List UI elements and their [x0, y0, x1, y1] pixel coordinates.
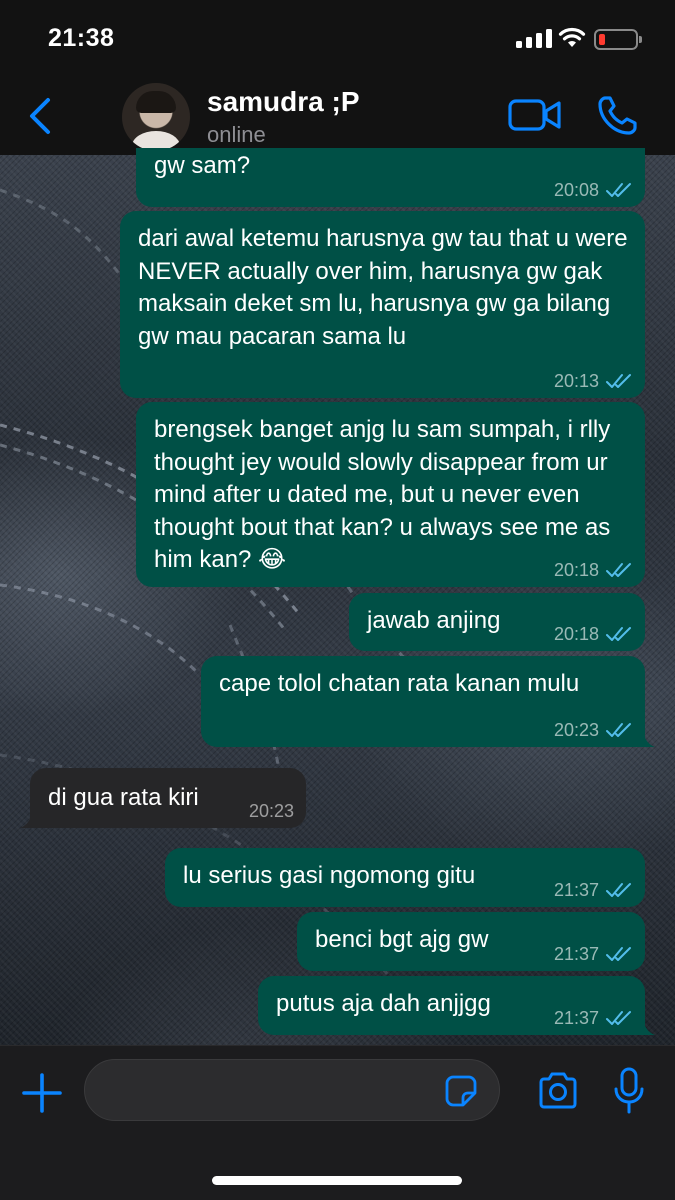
battery-icon — [594, 29, 642, 50]
message-time: 21:37 — [553, 880, 599, 900]
sticker-icon[interactable] — [444, 1074, 478, 1108]
bubble-tail — [635, 1013, 655, 1035]
message-time: 20:13 — [553, 371, 599, 391]
message-meta: 21:37 — [554, 1009, 633, 1027]
phone-icon[interactable] — [596, 95, 638, 137]
message-time: 20:23 — [553, 720, 599, 740]
camera-icon[interactable] — [537, 1071, 579, 1111]
message-bubble[interactable]: jawab anjing 20:18 — [349, 593, 645, 651]
message-time: 20:18 — [553, 560, 599, 580]
video-camera-icon[interactable] — [508, 96, 562, 134]
wifi-icon — [558, 27, 586, 47]
message-bubble[interactable]: gw sam? 20:08 — [136, 148, 645, 207]
message-time: 20:23 — [248, 801, 294, 821]
message-meta: 20:08 — [554, 181, 633, 199]
message-meta: 20:13 — [554, 372, 633, 390]
message-input-bar — [0, 1045, 675, 1200]
cellular-signal-icon — [516, 28, 552, 48]
status-bar: 21:38 — [0, 0, 675, 80]
status-time: 21:38 — [48, 24, 115, 52]
message-text: cape tolol chatan rata kanan mulu — [219, 670, 580, 697]
message-bubble[interactable]: brengsek banget anjg lu sam sumpah, i rl… — [136, 402, 645, 587]
message-bubble[interactable]: lu serius gasi ngomong gitu 21:37 — [165, 848, 645, 907]
message-meta: 20:18 — [554, 625, 633, 643]
message-meta: 20:18 — [554, 561, 633, 579]
message-meta: 20:23 — [554, 721, 633, 739]
message-time: 21:37 — [553, 944, 599, 964]
message-time: 21:37 — [553, 1008, 599, 1028]
message-meta: 21:37 — [554, 881, 633, 899]
message-bubble[interactable]: putus aja dah anjjgg 21:37 — [258, 976, 655, 1035]
message-text: gw sam? — [154, 152, 251, 179]
bubble-tail — [635, 725, 655, 747]
chat-header: samudra ;P online — [0, 80, 675, 155]
message-time: 20:08 — [553, 180, 599, 200]
contact-avatar[interactable] — [122, 83, 190, 151]
read-receipt-icon — [606, 563, 631, 577]
contact-status: online — [207, 122, 266, 147]
contact-name[interactable]: samudra ;P — [207, 86, 360, 118]
message-time: 20:18 — [553, 624, 599, 644]
message-meta: 21:37 — [554, 945, 633, 963]
read-receipt-icon — [606, 374, 631, 388]
message-input[interactable] — [84, 1059, 500, 1121]
chevron-left-icon[interactable] — [22, 94, 62, 138]
microphone-icon[interactable] — [614, 1067, 644, 1115]
message-bubble[interactable]: benci bgt ajg gw 21:37 — [297, 912, 645, 971]
message-meta: 20:23 — [249, 802, 294, 820]
message-text: dari awal ketemu harusnya gw tau that u … — [138, 225, 628, 350]
read-receipt-icon — [606, 883, 631, 897]
message-text: brengsek banget anjg lu sam sumpah, i rl… — [154, 416, 611, 573]
read-receipt-icon — [606, 947, 631, 961]
read-receipt-icon — [606, 1011, 631, 1025]
read-receipt-icon — [606, 183, 631, 197]
read-receipt-icon — [606, 627, 631, 641]
home-indicator[interactable] — [212, 1176, 462, 1185]
message-bubble[interactable]: cape tolol chatan rata kanan mulu 20:23 — [201, 656, 655, 747]
message-bubble[interactable]: dari awal ketemu harusnya gw tau that u … — [120, 211, 645, 398]
battery-level — [599, 34, 605, 45]
message-bubble[interactable]: di gua rata kiri 20:23 — [20, 768, 306, 828]
plus-icon[interactable] — [22, 1073, 62, 1113]
read-receipt-icon — [606, 723, 631, 737]
bubble-tail — [20, 806, 40, 828]
